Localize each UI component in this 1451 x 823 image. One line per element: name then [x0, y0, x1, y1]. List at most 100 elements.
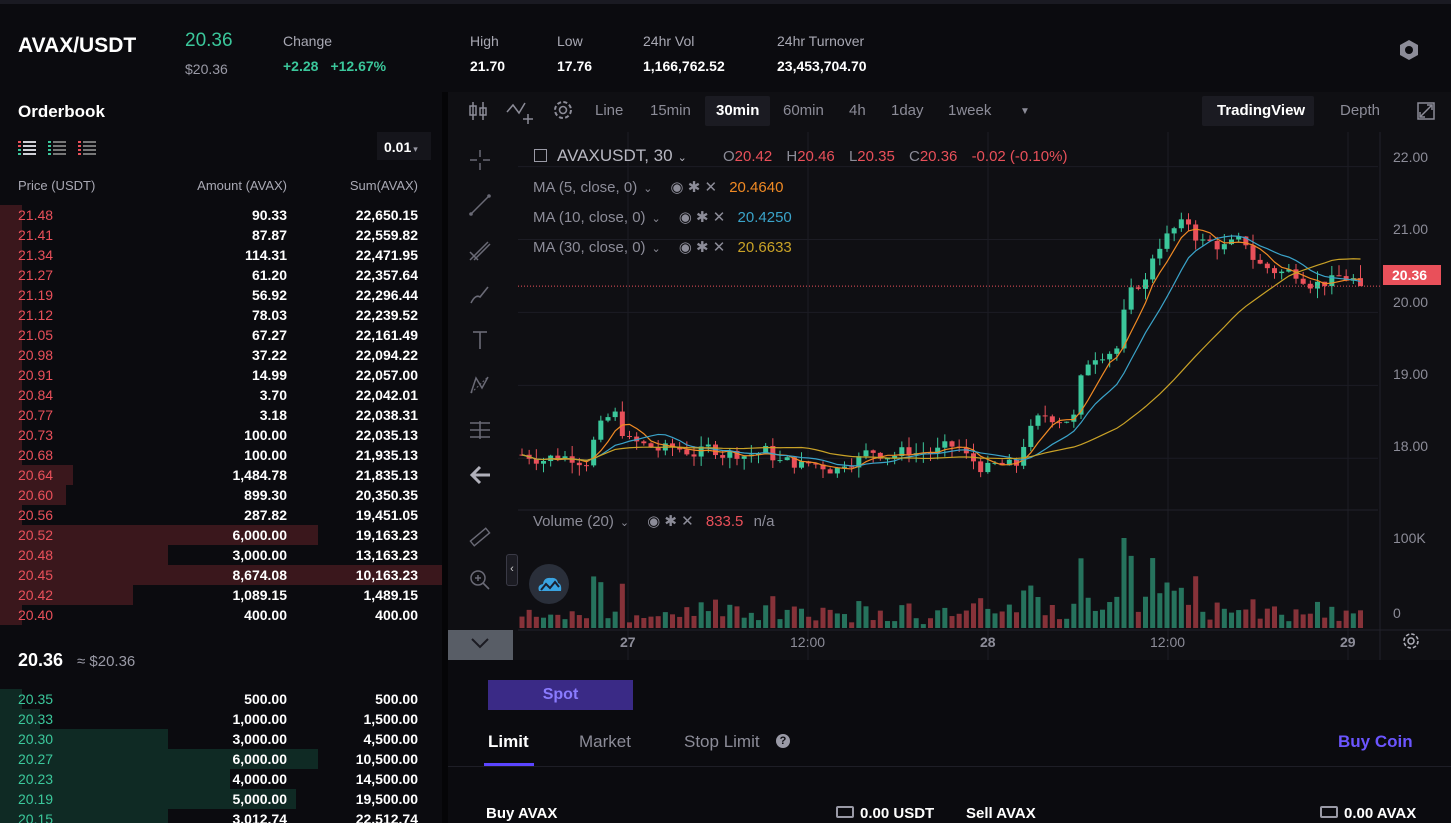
close-icon[interactable]: ✕: [713, 239, 726, 256]
candle-body: [684, 449, 690, 455]
ma5-label[interactable]: MA (5, close, 0): [533, 179, 637, 196]
ma10-label[interactable]: MA (10, close, 0): [533, 209, 646, 226]
chevron-down-icon[interactable]: ⌄: [678, 152, 687, 164]
orderbook-row[interactable]: 21.19 56.92 22,296.44: [0, 285, 442, 305]
orderbook-row[interactable]: 20.27 6,000.00 10,500.00: [0, 749, 442, 769]
chevron-down-icon[interactable]: ⌄: [620, 517, 629, 529]
eye-icon[interactable]: ◉: [670, 179, 683, 196]
hexagon-settings-icon[interactable]: [1398, 39, 1420, 61]
gear-icon[interactable]: ✱: [696, 239, 709, 256]
volume-label[interactable]: Volume (20): [533, 513, 614, 530]
orderbook-row[interactable]: 21.12 78.03 22,239.52: [0, 305, 442, 325]
orderbook-row[interactable]: 20.30 3,000.00 4,500.00: [0, 729, 442, 749]
scroll-down-button[interactable]: [448, 630, 513, 660]
volume-bar: [1228, 612, 1235, 628]
volume-bar: [727, 604, 733, 628]
eye-icon[interactable]: ◉: [647, 513, 660, 530]
candle-body: [591, 439, 597, 466]
eye-icon[interactable]: ◉: [679, 239, 692, 256]
brush-icon[interactable]: [468, 283, 492, 307]
orderbook-row[interactable]: 20.35 500.00 500.00: [0, 689, 442, 709]
interval-line[interactable]: Line: [595, 102, 623, 119]
interval-15min[interactable]: 15min: [650, 102, 691, 119]
orderbook-row[interactable]: 20.23 4,000.00 14,500.00: [0, 769, 442, 789]
help-icon[interactable]: ?: [776, 734, 790, 748]
text-tool-icon[interactable]: [468, 328, 492, 352]
gear-icon[interactable]: [1401, 631, 1421, 651]
zoom-in-icon[interactable]: [468, 568, 492, 592]
orderbook-row[interactable]: 21.41 87.87 22,559.82: [0, 225, 442, 245]
chevron-down-icon[interactable]: ⌄: [652, 213, 661, 225]
measure-icon[interactable]: [468, 418, 492, 442]
orderbook-row[interactable]: 21.34 114.31 22,471.95: [0, 245, 442, 265]
gear-icon[interactable]: [551, 98, 575, 122]
pattern-icon[interactable]: [468, 373, 492, 397]
orderbook-row[interactable]: 20.42 1,089.15 1,489.15: [0, 585, 442, 605]
eye-icon[interactable]: ◉: [679, 209, 692, 226]
arrow-back-icon[interactable]: [468, 463, 492, 487]
chevron-down-icon[interactable]: ⌄: [652, 243, 661, 255]
close-icon[interactable]: ✕: [704, 179, 717, 196]
gear-icon[interactable]: ✱: [696, 209, 709, 226]
tab-limit[interactable]: Limit: [488, 732, 529, 752]
orderbook-row[interactable]: 20.98 37.22 22,094.22: [0, 345, 442, 365]
row-price: 20.52: [18, 527, 54, 543]
tab-depth[interactable]: Depth: [1340, 102, 1380, 119]
close-icon[interactable]: ✕: [681, 513, 694, 530]
orderbook-row[interactable]: 21.27 61.20 22,357.64: [0, 265, 442, 285]
both-sides-icon[interactable]: [18, 140, 36, 156]
interval-4h[interactable]: 4h: [849, 102, 866, 119]
trend-line-icon[interactable]: [468, 193, 492, 217]
orderbook-row[interactable]: 20.33 1,000.00 1,500.00: [0, 709, 442, 729]
tab-stop-limit[interactable]: Stop Limit: [684, 732, 760, 752]
interval-30min[interactable]: 30min: [716, 102, 759, 119]
interval-60min[interactable]: 60min: [783, 102, 824, 119]
pitchfork-icon[interactable]: [468, 238, 492, 262]
orderbook-row[interactable]: 20.40 400.00 400.00: [0, 605, 442, 625]
indicators-icon[interactable]: [506, 100, 534, 124]
gear-icon[interactable]: ✱: [664, 513, 677, 530]
orderbook-row[interactable]: 20.60 899.30 20,350.35: [0, 485, 442, 505]
crosshair-icon[interactable]: [468, 148, 492, 172]
candlestick-icon[interactable]: [468, 100, 488, 122]
volume-bar: [770, 596, 776, 628]
orderbook-row[interactable]: 20.48 3,000.00 13,163.23: [0, 545, 442, 565]
orderbook-row[interactable]: 20.84 3.70 22,042.01: [0, 385, 442, 405]
spot-button[interactable]: Spot: [488, 680, 633, 710]
precision-select[interactable]: 0.01 ▾: [377, 132, 431, 160]
orderbook-row[interactable]: 21.05 67.27 22,161.49: [0, 325, 442, 345]
orderbook-row[interactable]: 20.52 6,000.00 19,163.23: [0, 525, 442, 545]
ruler-icon[interactable]: [468, 525, 492, 549]
asks-only-icon[interactable]: [78, 140, 96, 156]
bids-only-icon[interactable]: [48, 140, 66, 156]
orderbook-row[interactable]: 20.56 287.82 19,451.05: [0, 505, 442, 525]
volume-bar: [906, 603, 912, 628]
tab-tradingview[interactable]: TradingView: [1217, 102, 1305, 119]
close-icon[interactable]: ✕: [713, 209, 726, 226]
orderbook-row[interactable]: 20.77 3.18 22,038.31: [0, 405, 442, 425]
collapse-toolbar-tab[interactable]: ‹: [506, 554, 518, 586]
candle-body: [691, 454, 697, 457]
volume-bar: [712, 599, 719, 628]
orderbook-row[interactable]: 20.64 1,484.78 21,835.13: [0, 465, 442, 485]
symbol-label[interactable]: AVAXUSDT, 30: [557, 146, 673, 165]
orderbook-row[interactable]: 20.68 100.00 21,935.13: [0, 445, 442, 465]
orderbook-row[interactable]: 20.19 5,000.00 19,500.00: [0, 789, 442, 809]
volume-bar: [605, 618, 611, 628]
gear-icon[interactable]: ✱: [688, 179, 701, 196]
chevron-down-icon[interactable]: ⌄: [643, 183, 652, 195]
tab-market[interactable]: Market: [579, 732, 631, 752]
pair-name[interactable]: AVAX/USDT: [18, 34, 136, 58]
orderbook-row[interactable]: 20.45 8,674.08 10,163.23: [0, 565, 442, 585]
caret-down-icon[interactable]: ▼: [1020, 106, 1030, 117]
buy-coin-link[interactable]: Buy Coin: [1338, 732, 1413, 752]
orderbook-row[interactable]: 20.15 3,012.74 22,512.74: [0, 809, 442, 823]
orderbook-row[interactable]: 20.91 14.99 22,057.00: [0, 365, 442, 385]
interval-1week[interactable]: 1week: [948, 102, 991, 119]
orderbook-row[interactable]: 20.73 100.00 22,035.13: [0, 425, 442, 445]
orderbook-row[interactable]: 21.48 90.33 22,650.15: [0, 205, 442, 225]
fullscreen-icon[interactable]: [1417, 102, 1435, 120]
interval-1day[interactable]: 1day: [891, 102, 924, 119]
collapse-legend-icon[interactable]: [534, 149, 547, 162]
ma30-label[interactable]: MA (30, close, 0): [533, 239, 646, 256]
